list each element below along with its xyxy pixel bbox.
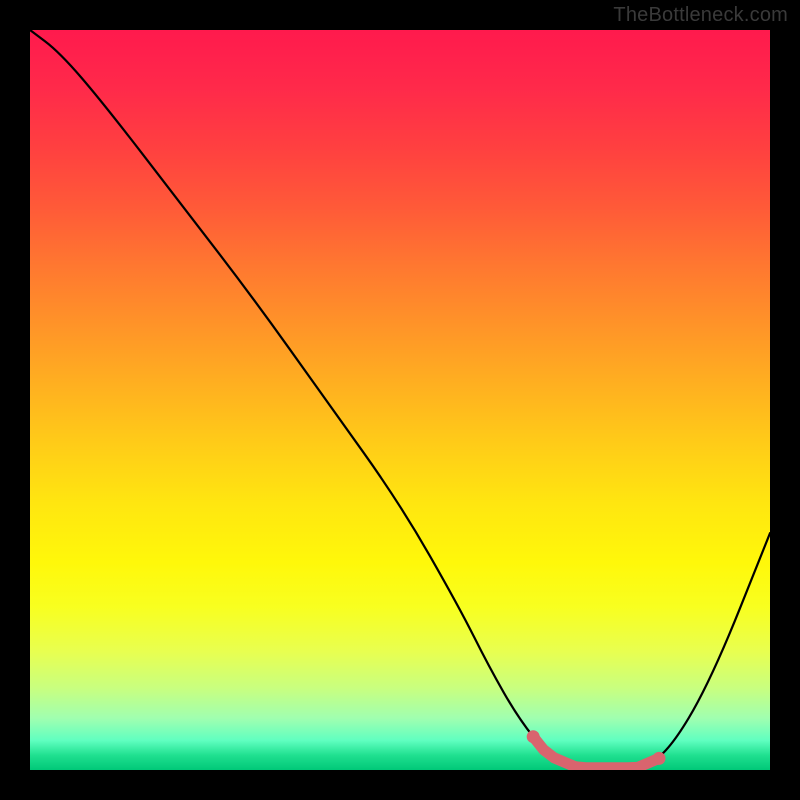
chart-svg <box>30 30 770 770</box>
bottleneck-curve-line <box>30 30 770 768</box>
highlight-segment <box>533 737 659 768</box>
highlight-dot-right <box>653 752 666 765</box>
watermark-text: TheBottleneck.com <box>613 4 788 27</box>
plot-area <box>30 30 770 770</box>
highlight-dot-left <box>527 730 540 743</box>
